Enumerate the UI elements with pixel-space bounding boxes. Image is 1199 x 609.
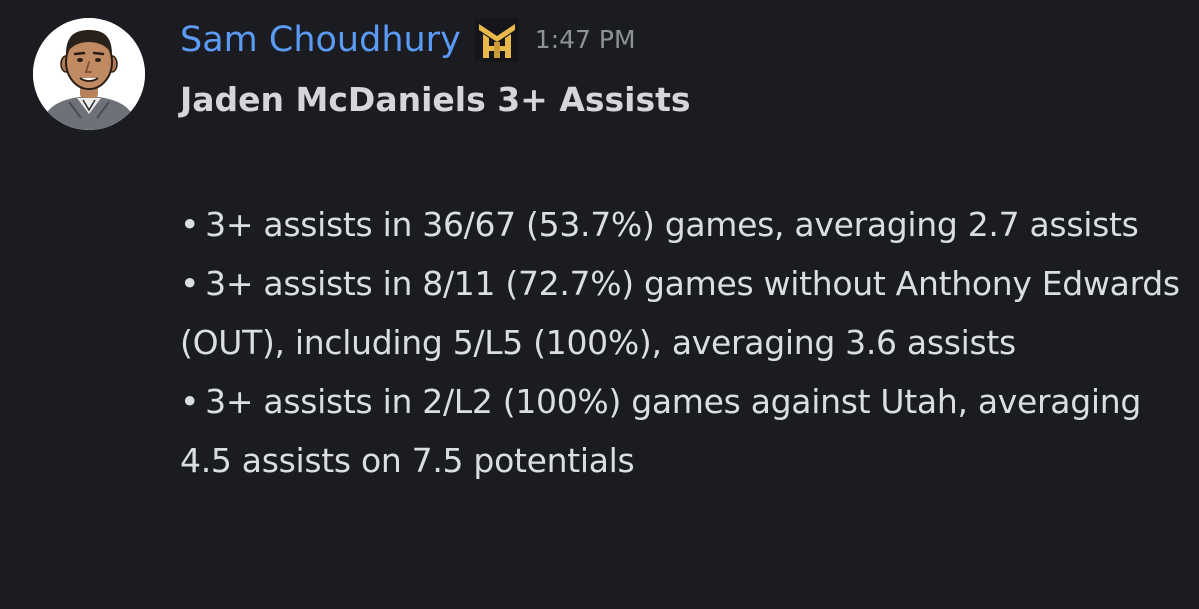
list-item: • 3+ assists in 8/11 (72.7%) games withou…: [180, 254, 1180, 372]
list-item: • 3+ assists in 2/L2 (100%) games against…: [180, 372, 1180, 490]
bullet-dot: •: [180, 264, 200, 303]
bullet-dot: •: [180, 205, 200, 244]
message-header: Sam Choudhury 1:47 PM: [180, 14, 636, 66]
message-title: Jaden McDaniels 3+ Assists: [180, 80, 691, 119]
gold-monogram-badge-icon[interactable]: [474, 18, 519, 62]
list-item-text: 3+ assists in 8/11 (72.7%) games without…: [180, 264, 1180, 362]
bullet-dot: •: [180, 382, 200, 421]
message-timestamp: 1:47 PM: [534, 25, 636, 54]
cartoon-man-avatar-icon: [33, 18, 145, 130]
author-avatar[interactable]: [33, 18, 145, 130]
message-content: Jaden McDaniels 3+ Assists • 3+ assists i…: [180, 72, 1180, 490]
list-item: • 3+ assists in 36/67 (53.7%) games, aver…: [180, 195, 1180, 254]
chat-message: Sam Choudhury 1:47 PM Jaden McDaniels 3+…: [0, 0, 1199, 609]
list-item-text: 3+ assists in 2/L2 (100%) games against …: [180, 382, 1141, 480]
stats-list: • 3+ assists in 36/67 (53.7%) games, aver…: [180, 195, 1180, 490]
list-item-text: 3+ assists in 36/67 (53.7%) games, avera…: [205, 205, 1139, 244]
author-username[interactable]: Sam Choudhury: [180, 14, 461, 66]
